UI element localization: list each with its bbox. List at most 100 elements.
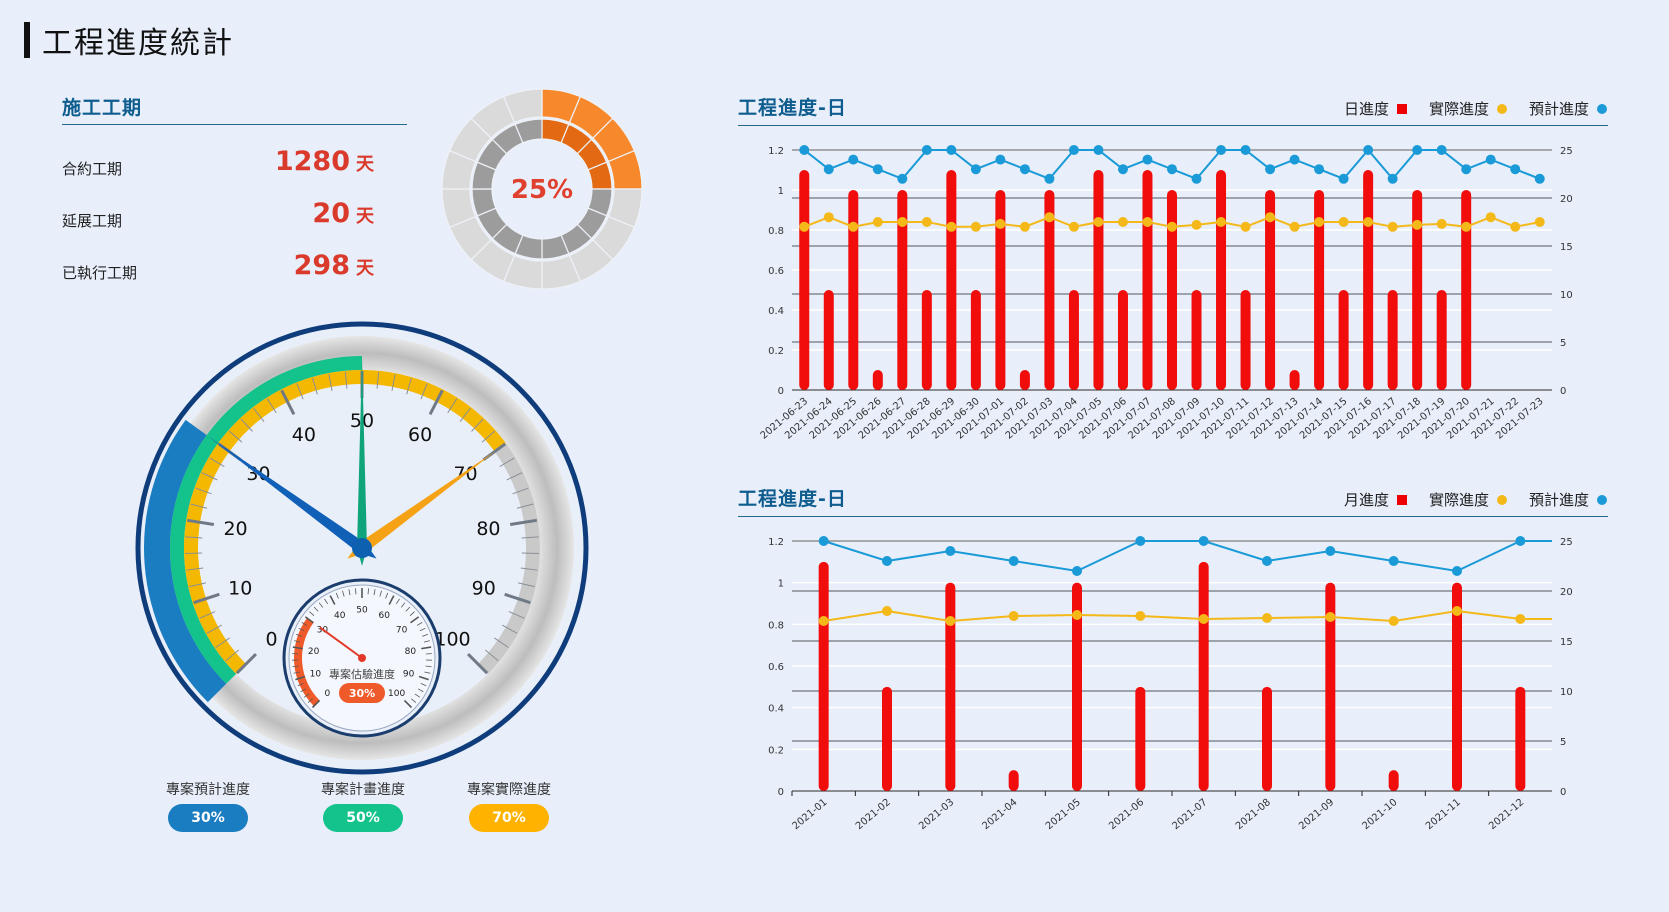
y-right-tick-label: 5 xyxy=(1560,338,1566,349)
planned-progress-point xyxy=(1019,164,1030,175)
actual-progress-label: 專案實際進度 xyxy=(467,782,551,798)
planned-progress-line xyxy=(823,540,1552,573)
actual-progress-point xyxy=(1044,212,1055,223)
progress-bar xyxy=(1240,290,1251,390)
y-right-tick-label: 20 xyxy=(1560,587,1573,598)
planned-progress-point xyxy=(1135,536,1146,546)
progress-bar xyxy=(1387,290,1398,390)
actual-progress-point xyxy=(882,606,892,616)
page-title: 工程進度統計 xyxy=(24,22,234,61)
monthly-chart-divider xyxy=(738,516,1608,517)
sub-tick-label: 90 xyxy=(403,670,415,680)
executed-duration-label: 已執行工期 xyxy=(62,264,138,282)
progress-bar xyxy=(1008,770,1019,791)
y-left-tick-label: 0 xyxy=(778,787,784,798)
actual-progress-point xyxy=(818,616,829,626)
planned-progress-point xyxy=(1452,566,1462,576)
y-left-tick-label: 1.2 xyxy=(768,146,784,157)
actual-progress-point xyxy=(799,221,810,232)
legend-monthly-planned: 預計進度 xyxy=(1529,489,1607,510)
x-tick-label: 2021-03 xyxy=(917,797,956,832)
actual-progress-point xyxy=(1325,612,1336,622)
progress-bar xyxy=(1198,561,1209,791)
actual-progress-point xyxy=(921,217,932,227)
actual-progress-point xyxy=(1135,611,1146,621)
contract-duration-number: 1280 xyxy=(274,146,350,177)
planned-progress-point xyxy=(1485,154,1496,165)
x-tick-label: 2021-01 xyxy=(791,797,830,832)
x-tick-label: 2021-11 xyxy=(1424,797,1463,832)
actual-progress-point xyxy=(1142,217,1153,227)
planned-progress-point xyxy=(1412,145,1423,155)
planned-progress-point xyxy=(1117,164,1128,175)
y-left-tick-label: 0.6 xyxy=(768,662,784,673)
planned-progress-point xyxy=(1142,154,1153,165)
y-left-tick-label: 0.4 xyxy=(768,704,784,715)
planned-progress-point xyxy=(823,164,834,175)
x-tick-label: 2021-02 xyxy=(854,797,893,832)
gauge-tick-label: 20 xyxy=(223,518,247,540)
gauge-tick-label: 90 xyxy=(472,578,496,600)
x-tick-label: 2021-09 xyxy=(1297,797,1336,832)
legend-monthly-bar: 月進度 xyxy=(1344,489,1407,510)
planned-progress-point xyxy=(1436,145,1447,155)
planned-progress-point xyxy=(1515,536,1526,546)
actual-progress-point xyxy=(1008,611,1019,621)
progress-bar xyxy=(823,290,834,390)
actual-progress-point xyxy=(1388,616,1399,626)
gauge-tick-label: 40 xyxy=(292,424,316,446)
actual-progress-point xyxy=(1216,217,1227,227)
progress-bar xyxy=(970,290,981,390)
legend-daily-actual-label: 實際進度 xyxy=(1428,100,1489,118)
planned-progress-point xyxy=(1387,173,1398,184)
sub-tick-label: 70 xyxy=(396,626,408,636)
planned-progress-point xyxy=(818,536,829,546)
actual-progress-point xyxy=(1452,606,1462,616)
legend-monthly-actual: 實際進度 xyxy=(1429,489,1507,510)
y-right-tick-label: 25 xyxy=(1560,146,1573,157)
planned-progress-point xyxy=(1093,145,1104,155)
planned-progress-point xyxy=(799,145,810,155)
planned-progress-point xyxy=(1191,173,1202,184)
actual-progress-point xyxy=(1191,219,1202,230)
contract-duration-value: 1280 天 xyxy=(275,146,374,177)
progress-bar xyxy=(1093,170,1104,390)
legend-monthly-actual-swatch xyxy=(1496,494,1507,505)
y-left-tick-label: 1 xyxy=(778,579,784,590)
sub-tick-label: 10 xyxy=(310,670,322,680)
legend-daily-planned: 預計進度 xyxy=(1529,98,1607,119)
actual-progress-point xyxy=(1485,212,1496,223)
gauge-hub xyxy=(352,538,372,558)
actual-progress-point xyxy=(1117,217,1128,227)
actual-progress-point xyxy=(1068,221,1079,232)
progress-bar xyxy=(946,170,957,390)
y-right-tick-label: 20 xyxy=(1560,194,1573,205)
sub-tick-label: 60 xyxy=(379,611,391,621)
monthly-progress-chart: 0 0.2 0.4 0.6 0.8 1 1.2 0 5 10 15 20 25 2021-01 2021-0… xyxy=(768,536,1573,832)
plan-progress-pill: 50% xyxy=(323,804,403,832)
y-right-tick-label: 15 xyxy=(1560,637,1573,648)
actual-progress-point xyxy=(1534,217,1545,227)
planned-progress-point xyxy=(1265,164,1276,175)
duration-title: 施工工期 xyxy=(62,97,143,119)
y-left-tick-label: 0.2 xyxy=(768,745,784,756)
planned-progress-point xyxy=(1461,164,1472,175)
x-tick-label: 2021-10 xyxy=(1361,797,1400,832)
contract-duration-unit: 天 xyxy=(356,154,374,175)
actual-progress-point xyxy=(1510,221,1521,232)
planned-progress-point xyxy=(1314,164,1325,175)
sub-tick-label: 30 xyxy=(317,626,329,636)
planned-progress-point xyxy=(1216,145,1227,155)
y-left-tick-label: 1.2 xyxy=(768,537,784,548)
legend-monthly-planned-swatch xyxy=(1597,494,1607,505)
actual-progress-point xyxy=(872,217,883,227)
planned-progress-point xyxy=(1240,145,1251,155)
legend-monthly-bar-swatch xyxy=(1396,494,1407,505)
progress-bar xyxy=(1191,290,1202,390)
actual-progress-pill: 70% xyxy=(469,804,549,832)
actual-progress-point xyxy=(823,212,834,223)
actual-progress-point xyxy=(1072,610,1082,620)
actual-progress-point xyxy=(1198,614,1209,624)
progress-bar xyxy=(1216,170,1227,390)
extension-duration-number: 20 xyxy=(312,198,350,229)
